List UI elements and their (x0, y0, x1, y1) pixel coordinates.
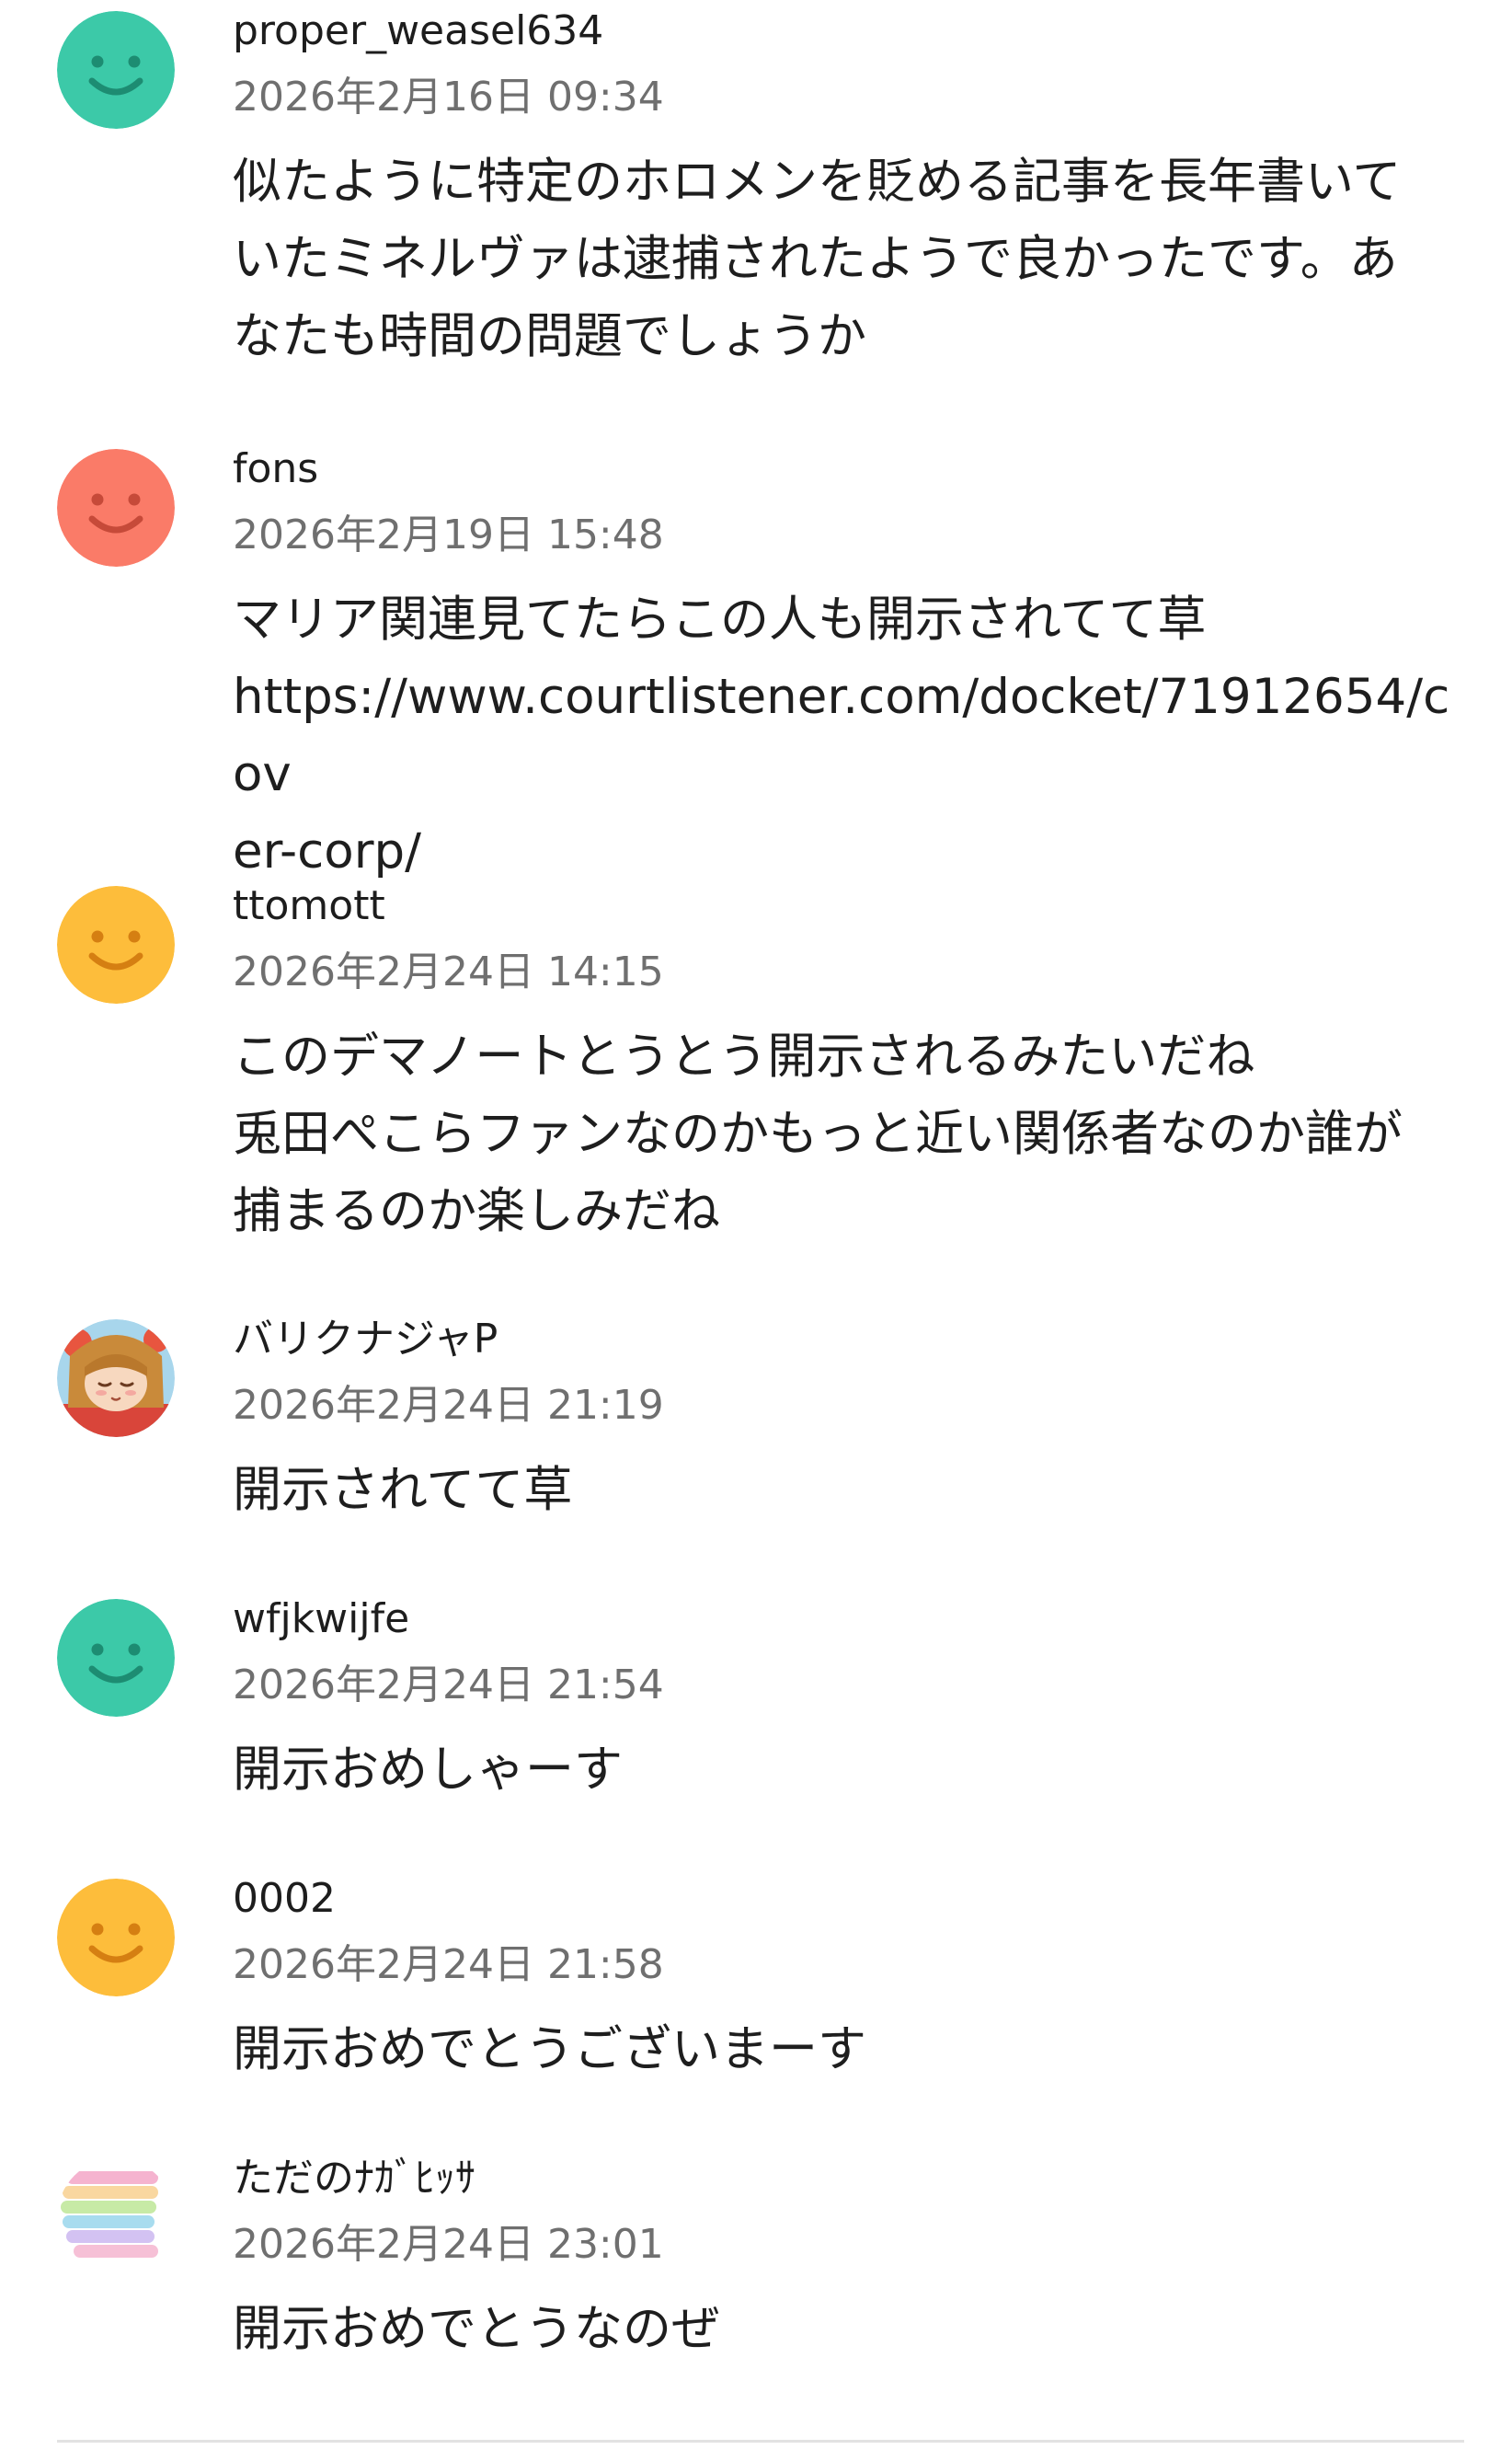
smiley-icon (57, 1599, 175, 1717)
avatar[interactable] (57, 1879, 175, 1996)
comment-body: このデマノートとうとう開示されるみたいだね 兎田ぺこらファンなのかもっと近い関係… (233, 1029, 1403, 1239)
avatar[interactable] (57, 11, 175, 129)
comment-timestamp: 2026年2月16日 09:34 (233, 74, 664, 121)
comment-body: マリア関連見てたらこの人も開示されてて草 https://www.courtli… (233, 592, 1450, 880)
comment-username[interactable]: 0002 (233, 1871, 336, 1926)
avatar[interactable] (57, 1319, 175, 1437)
comment-username[interactable]: バリクナジャP (233, 1312, 498, 1367)
comment-body: 似たように特定のホロメンを貶める記事を長年書いて いたミネルヴァは逮捕されたよう… (233, 154, 1402, 364)
comment-timestamp: 2026年2月24日 21:54 (233, 1662, 664, 1708)
comment-timestamp: 2026年2月24日 23:01 (233, 2221, 664, 2268)
comment-body: 開示おめでとうございまーす (233, 2021, 866, 2077)
comment-timestamp: 2026年2月24日 21:19 (233, 1382, 664, 1429)
smiley-icon (57, 1879, 175, 1996)
smiley-icon (57, 886, 175, 1004)
comment-body: 開示おめしゃーす (233, 1742, 623, 1798)
avatar[interactable] (57, 449, 175, 567)
avatar[interactable] (57, 886, 175, 1004)
comment-timestamp: 2026年2月19日 15:48 (233, 512, 664, 558)
comment-timestamp: 2026年2月24日 14:15 (233, 949, 664, 995)
comment-username[interactable]: fons (233, 442, 318, 497)
avatar[interactable] (57, 2158, 175, 2276)
comment-username[interactable]: proper_weasel634 (233, 4, 603, 59)
smiley-icon (57, 449, 175, 567)
character-illustration-icon (57, 1319, 175, 1437)
avatar[interactable] (57, 1599, 175, 1717)
comment-username[interactable]: wfjkwijfe (233, 1592, 409, 1647)
comment-timestamp: 2026年2月24日 21:58 (233, 1941, 664, 1988)
comment-body: 開示されてて草 (233, 1462, 573, 1518)
divider (57, 2440, 1464, 2443)
comment-username[interactable]: ttomott (233, 879, 385, 934)
comment-body: 開示おめでとうなのぜ (233, 2301, 720, 2357)
smiley-icon (57, 11, 175, 129)
pastel-stripes-icon (57, 2158, 175, 2276)
comment-username[interactable]: ただのﾅｶﾞﾋｯｻ (233, 2151, 475, 2206)
